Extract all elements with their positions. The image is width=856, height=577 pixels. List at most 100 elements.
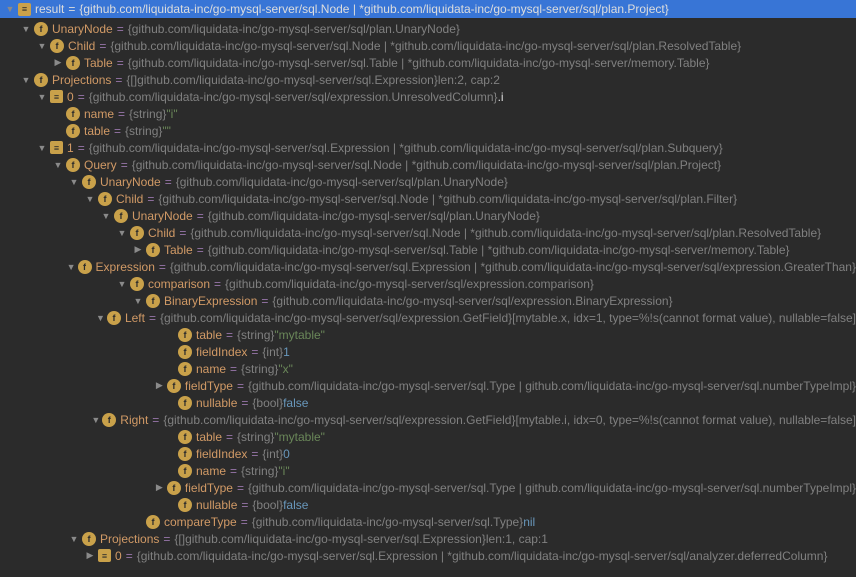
tree-row[interactable]: ≡1={github.com/liquidata-inc/go-mysql-se…	[0, 139, 856, 156]
tree-row[interactable]: fUnaryNode={github.com/liquidata-inc/go-…	[0, 20, 856, 37]
chevron-down-icon[interactable]	[52, 160, 64, 170]
node-name: table	[196, 328, 222, 342]
node-name: compareType	[164, 515, 237, 529]
chevron-right-icon[interactable]	[154, 380, 165, 391]
node-type: {github.com/liquidata-inc/go-mysql-serve…	[137, 549, 828, 563]
node-value: 0	[283, 447, 290, 461]
equals-sign: =	[99, 39, 106, 53]
equals-sign: =	[165, 175, 172, 189]
node-name: UnaryNode	[100, 175, 161, 189]
node-name: table	[196, 430, 222, 444]
tree-row[interactable]: fChild={github.com/liquidata-inc/go-mysq…	[0, 190, 856, 207]
tree-row[interactable]: fnullable={bool} false	[0, 496, 856, 513]
tree-row[interactable]: fcompareType={github.com/liquidata-inc/g…	[0, 513, 856, 530]
equals-sign: =	[126, 549, 133, 563]
node-type: {github.com/liquidata-inc/go-mysql-serve…	[160, 311, 512, 325]
chevron-down-icon[interactable]	[100, 211, 112, 221]
tree-row[interactable]: fname={string} "i"	[0, 105, 856, 122]
node-string-value: "x"	[278, 362, 293, 376]
chevron-down-icon[interactable]	[36, 143, 48, 153]
tree-row[interactable]: fcomparison={github.com/liquidata-inc/go…	[0, 275, 856, 292]
chevron-right-icon[interactable]	[52, 57, 64, 68]
node-name: BinaryExpression	[164, 294, 257, 308]
field-icon: f	[82, 532, 96, 546]
chevron-down-icon[interactable]	[36, 92, 48, 102]
chevron-down-icon[interactable]	[91, 415, 100, 425]
tree-row[interactable]: fRight={github.com/liquidata-inc/go-mysq…	[0, 411, 856, 428]
chevron-right-icon[interactable]	[154, 482, 165, 493]
tree-row[interactable]: fQuery={github.com/liquidata-inc/go-mysq…	[0, 156, 856, 173]
chevron-down-icon[interactable]	[68, 177, 80, 187]
tree-row[interactable]: fBinaryExpression={github.com/liquidata-…	[0, 292, 856, 309]
node-value: false	[283, 396, 308, 410]
node-annotation: [mytable.x, idx=1, type=%!s(cannot forma…	[512, 311, 856, 325]
tree-row[interactable]: ≡0={github.com/liquidata-inc/go-mysql-se…	[0, 547, 856, 564]
tree-row[interactable]: ≡0={github.com/liquidata-inc/go-mysql-se…	[0, 88, 856, 105]
field-icon: f	[66, 56, 80, 70]
tree-row[interactable]: ftable={string} "mytable"	[0, 428, 856, 445]
equals-sign: =	[214, 277, 221, 291]
node-type: {github.com/liquidata-inc/go-mysql-serve…	[89, 90, 498, 104]
field-icon: f	[178, 345, 192, 359]
tree-row[interactable]: ffieldIndex={int} 0	[0, 445, 856, 462]
tree-row[interactable]: ffieldType={github.com/liquidata-inc/go-…	[0, 377, 856, 394]
node-type: {github.com/liquidata-inc/go-mysql-serve…	[272, 294, 672, 308]
field-icon: f	[178, 464, 192, 478]
tree-row[interactable]: ftable={string} "mytable"	[0, 326, 856, 343]
chevron-down-icon[interactable]	[84, 194, 96, 204]
tree-row[interactable]: fTable={github.com/liquidata-inc/go-mysq…	[0, 54, 856, 71]
field-icon: f	[66, 124, 80, 138]
chevron-down-icon[interactable]	[68, 534, 80, 544]
field-icon: f	[178, 447, 192, 461]
node-name: Expression	[96, 260, 155, 274]
node-string-value: "i"	[278, 464, 289, 478]
node-name: name	[84, 107, 114, 121]
tree-row[interactable]: fExpression={github.com/liquidata-inc/go…	[0, 258, 856, 275]
chevron-down-icon[interactable]	[4, 4, 16, 14]
tree-row[interactable]: ftable={string} ""	[0, 122, 856, 139]
tree-row[interactable]: fChild={github.com/liquidata-inc/go-mysq…	[0, 224, 856, 241]
node-type: {string}	[129, 107, 166, 121]
debug-header-row[interactable]: ≡ result = {github.com/liquidata-inc/go-…	[0, 0, 856, 18]
chevron-down-icon[interactable]	[20, 75, 32, 85]
tree-row[interactable]: fChild={github.com/liquidata-inc/go-mysq…	[0, 37, 856, 54]
node-name: fieldType	[185, 379, 233, 393]
chevron-down-icon[interactable]	[67, 262, 76, 272]
tree-row[interactable]: ffieldType={github.com/liquidata-inc/go-…	[0, 479, 856, 496]
field-icon: f	[146, 243, 160, 257]
tree-row[interactable]: ffieldIndex={int} 1	[0, 343, 856, 360]
node-name: fieldIndex	[196, 447, 247, 461]
node-type: {string}	[241, 464, 278, 478]
field-icon: f	[167, 379, 181, 393]
equals-sign: =	[78, 141, 85, 155]
tree-row[interactable]: fUnaryNode={github.com/liquidata-inc/go-…	[0, 173, 856, 190]
node-type: {github.com/liquidata-inc/go-mysql-serve…	[158, 192, 737, 206]
tree-row[interactable]: fProjections={[]github.com/liquidata-inc…	[0, 71, 856, 88]
node-type: {github.com/liquidata-inc/go-mysql-serve…	[170, 260, 856, 274]
equals-sign: =	[230, 464, 237, 478]
element-icon: ≡	[50, 90, 63, 103]
tree-row[interactable]: fLeft={github.com/liquidata-inc/go-mysql…	[0, 309, 856, 326]
equals-sign: =	[251, 447, 258, 461]
node-string-value: "mytable"	[274, 328, 325, 342]
tree-row[interactable]: fProjections={[]github.com/liquidata-inc…	[0, 530, 856, 547]
chevron-down-icon[interactable]	[116, 279, 128, 289]
field-icon: f	[146, 515, 160, 529]
chevron-down-icon[interactable]	[116, 228, 128, 238]
tree-row[interactable]: fnullable={bool} false	[0, 394, 856, 411]
tree-row[interactable]: fname={string} "i"	[0, 462, 856, 479]
tree-row[interactable]: fUnaryNode={github.com/liquidata-inc/go-…	[0, 207, 856, 224]
chevron-down-icon[interactable]	[96, 313, 105, 323]
chevron-down-icon[interactable]	[36, 41, 48, 51]
equals-sign: =	[163, 532, 170, 546]
chevron-right-icon[interactable]	[84, 550, 96, 561]
node-suffix: .i	[498, 90, 504, 104]
field-icon: f	[178, 396, 192, 410]
chevron-down-icon[interactable]	[20, 24, 32, 34]
node-type: {bool}	[252, 498, 283, 512]
tree-row[interactable]: fname={string} "x"	[0, 360, 856, 377]
tree-row[interactable]: fTable={github.com/liquidata-inc/go-mysq…	[0, 241, 856, 258]
equals-sign: =	[241, 498, 248, 512]
chevron-right-icon[interactable]	[132, 244, 144, 255]
chevron-down-icon[interactable]	[132, 296, 144, 306]
